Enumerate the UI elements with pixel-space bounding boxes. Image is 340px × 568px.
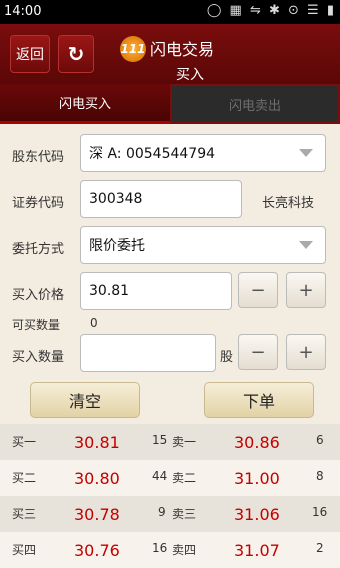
quote-row: 买四 30.76 16 卖四 31.07 2 bbox=[0, 532, 340, 568]
bid-volume: 44 bbox=[152, 469, 168, 483]
ask-price: 30.86 bbox=[234, 433, 280, 452]
price-input[interactable]: 30.81 bbox=[80, 272, 232, 310]
submit-order-button[interactable]: 下单 bbox=[204, 382, 314, 418]
price-value: 30.81 bbox=[89, 283, 130, 299]
price-decrease-button[interactable]: − bbox=[238, 272, 278, 308]
quote-row: 买三 30.78 9 卖三 31.06 16 bbox=[0, 496, 340, 532]
ask-label: 卖四 bbox=[172, 543, 197, 557]
ask-volume: 6 bbox=[316, 433, 324, 447]
chevron-down-icon bbox=[299, 241, 313, 249]
trade-tabs: 闪电买入 闪电卖出 bbox=[0, 84, 340, 124]
order-type-label: 委托方式 bbox=[12, 242, 65, 257]
ask-label: 卖三 bbox=[172, 507, 197, 521]
qty-unit: 股 bbox=[220, 350, 234, 365]
bid-label: 买四 bbox=[12, 543, 37, 557]
quote-row: 买一 30.81 15 卖一 30.86 6 bbox=[0, 424, 340, 460]
ask-price: 31.07 bbox=[234, 541, 280, 560]
tab-buy[interactable]: 闪电买入 bbox=[0, 84, 170, 124]
app-logo-icon: 111 bbox=[120, 36, 146, 62]
ask-volume: 2 bbox=[316, 541, 324, 555]
available-value: 0 bbox=[90, 316, 98, 330]
bid-price: 30.81 bbox=[74, 433, 120, 452]
account-value: 深 A: 0054544794 bbox=[89, 146, 216, 162]
price-increase-button[interactable]: + bbox=[286, 272, 326, 308]
back-button[interactable]: 返回 bbox=[10, 35, 50, 73]
bid-volume: 16 bbox=[152, 541, 168, 555]
quote-row: 买二 30.80 44 卖二 31.00 8 bbox=[0, 460, 340, 496]
order-type-value: 限价委托 bbox=[89, 238, 145, 254]
qty-label: 买入数量 bbox=[12, 350, 65, 365]
account-label: 股东代码 bbox=[12, 150, 65, 165]
code-input[interactable]: 300348 bbox=[80, 180, 242, 218]
ask-volume: 16 bbox=[312, 505, 328, 519]
bid-label: 买一 bbox=[12, 435, 37, 449]
order-book: 买一 30.81 15 卖一 30.86 6 买二 30.80 44 卖二 31… bbox=[0, 424, 340, 568]
ask-label: 卖一 bbox=[172, 435, 197, 449]
refresh-button[interactable]: ↻ bbox=[58, 35, 94, 73]
bid-label: 买二 bbox=[12, 471, 37, 485]
qty-decrease-button[interactable]: − bbox=[238, 334, 278, 370]
bid-volume: 15 bbox=[152, 433, 168, 447]
app-title: 闪电交易 bbox=[150, 40, 215, 59]
account-select[interactable]: 深 A: 0054544794 bbox=[80, 134, 326, 172]
qty-increase-button[interactable]: + bbox=[286, 334, 326, 370]
bid-price: 30.80 bbox=[74, 469, 120, 488]
refresh-icon: ↻ bbox=[67, 42, 85, 66]
ask-label: 卖二 bbox=[172, 471, 197, 485]
ask-price: 31.06 bbox=[234, 505, 280, 524]
clear-button[interactable]: 清空 bbox=[30, 382, 140, 418]
page-subtitle: 买入 bbox=[176, 67, 204, 83]
bid-label: 买三 bbox=[12, 507, 37, 521]
chevron-down-icon bbox=[299, 149, 313, 157]
code-label: 证券代码 bbox=[12, 196, 65, 211]
status-icons: ◯ ▦ ⇋ ✱ ⊙ ☰ ▮ bbox=[206, 3, 336, 18]
stock-name: 长亮科技 bbox=[262, 196, 315, 211]
ask-price: 31.00 bbox=[234, 469, 280, 488]
code-value: 300348 bbox=[89, 191, 143, 207]
bid-volume: 9 bbox=[158, 505, 166, 519]
ask-volume: 8 bbox=[316, 469, 324, 483]
tab-sell[interactable]: 闪电卖出 bbox=[170, 84, 340, 124]
available-label: 可买数量 bbox=[12, 318, 61, 332]
qty-input[interactable] bbox=[80, 334, 216, 372]
status-time: 14:00 bbox=[4, 4, 42, 19]
bid-price: 30.76 bbox=[74, 541, 120, 560]
price-label: 买入价格 bbox=[12, 288, 65, 303]
status-bar: 14:00 ◯ ▦ ⇋ ✱ ⊙ ☰ ▮ bbox=[0, 0, 340, 24]
order-type-select[interactable]: 限价委托 bbox=[80, 226, 326, 264]
bid-price: 30.78 bbox=[74, 505, 120, 524]
